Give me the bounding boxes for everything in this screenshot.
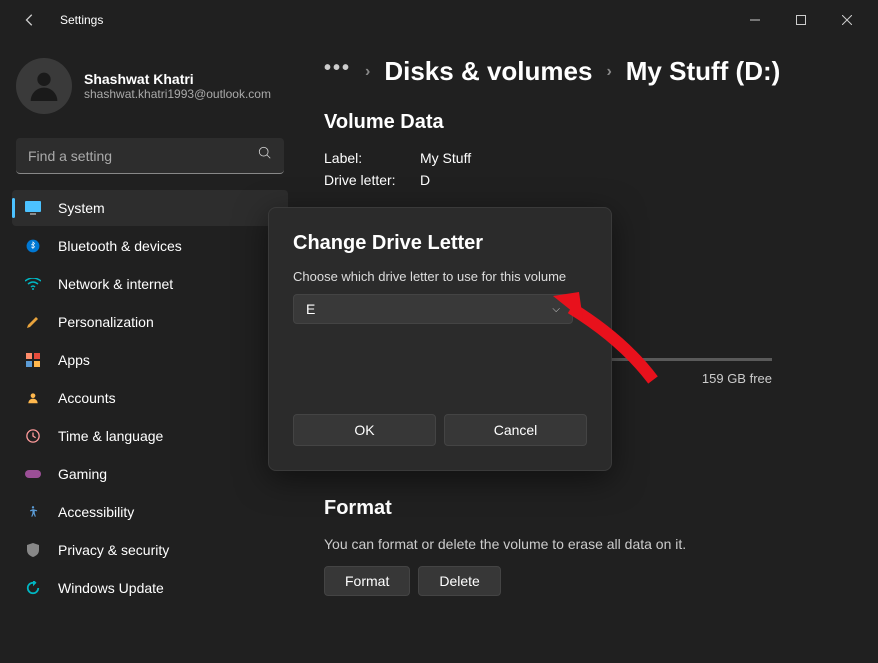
bluetooth-icon	[24, 237, 42, 255]
chevron-right-icon: ›	[606, 63, 611, 81]
dialog-description: Choose which drive letter to use for thi…	[293, 269, 587, 284]
profile-email: shashwat.khatri1993@outlook.com	[84, 87, 271, 101]
change-drive-letter-dialog: Change Drive Letter Choose which drive l…	[268, 207, 612, 471]
nav-label: Windows Update	[58, 580, 164, 596]
sidebar-item-update[interactable]: Windows Update	[12, 570, 288, 606]
brush-icon	[24, 313, 42, 331]
nav-label: Personalization	[58, 314, 154, 330]
person-icon	[24, 389, 42, 407]
wifi-icon	[24, 275, 42, 293]
dropdown-value: E	[306, 301, 315, 317]
breadcrumb-current: My Stuff (D:)	[626, 56, 781, 87]
format-description: You can format or delete the volume to e…	[324, 536, 838, 552]
nav-label: Apps	[58, 352, 90, 368]
drive-letter-dropdown[interactable]: E ⌵	[293, 294, 573, 324]
sidebar: Shashwat Khatri shashwat.khatri1993@outl…	[0, 40, 300, 663]
breadcrumb-parent[interactable]: Disks & volumes	[384, 56, 592, 87]
search-box[interactable]	[16, 138, 284, 174]
delete-button[interactable]: Delete	[418, 566, 500, 596]
window-title: Settings	[60, 13, 103, 27]
clock-icon	[24, 427, 42, 445]
format-buttons: Format Delete	[324, 566, 838, 596]
sidebar-item-personalization[interactable]: Personalization	[12, 304, 288, 340]
info-row-label: Label: My Stuff	[324, 150, 838, 166]
breadcrumb-more[interactable]: •••	[324, 57, 351, 86]
info-value: My Stuff	[420, 150, 471, 166]
display-icon	[24, 199, 42, 217]
profile-name: Shashwat Khatri	[84, 71, 271, 87]
close-button[interactable]	[824, 4, 870, 36]
avatar	[16, 58, 72, 114]
sidebar-item-gaming[interactable]: Gaming	[12, 456, 288, 492]
accessibility-icon	[24, 503, 42, 521]
search-input[interactable]	[28, 148, 258, 164]
sidebar-item-privacy[interactable]: Privacy & security	[12, 532, 288, 568]
format-button[interactable]: Format	[324, 566, 410, 596]
nav-label: Gaming	[58, 466, 107, 482]
info-row-drive-letter: Drive letter: D	[324, 172, 838, 188]
sidebar-item-network[interactable]: Network & internet	[12, 266, 288, 302]
shield-icon	[24, 541, 42, 559]
dialog-buttons: OK Cancel	[293, 414, 587, 446]
maximize-button[interactable]	[778, 4, 824, 36]
sidebar-item-system[interactable]: System	[12, 190, 288, 226]
ok-button[interactable]: OK	[293, 414, 436, 446]
window-controls	[732, 4, 870, 36]
dialog-title: Change Drive Letter	[293, 232, 587, 255]
cancel-button[interactable]: Cancel	[444, 414, 587, 446]
profile-section[interactable]: Shashwat Khatri shashwat.khatri1993@outl…	[12, 50, 288, 130]
apps-icon	[24, 351, 42, 369]
section-format: Format	[324, 497, 838, 520]
update-icon	[24, 579, 42, 597]
info-key: Label:	[324, 150, 420, 166]
nav-label: Privacy & security	[58, 542, 169, 558]
game-icon	[24, 465, 42, 483]
sidebar-item-apps[interactable]: Apps	[12, 342, 288, 378]
section-volume-data: Volume Data	[324, 111, 838, 134]
nav-label: Bluetooth & devices	[58, 238, 182, 254]
nav-label: System	[58, 200, 105, 216]
sidebar-item-time[interactable]: Time & language	[12, 418, 288, 454]
nav-label: Accessibility	[58, 504, 134, 520]
sidebar-item-accessibility[interactable]: Accessibility	[12, 494, 288, 530]
chevron-right-icon: ›	[365, 63, 370, 81]
search-icon	[258, 146, 272, 165]
back-button[interactable]	[14, 4, 46, 36]
nav-label: Network & internet	[58, 276, 173, 292]
nav-label: Time & language	[58, 428, 163, 444]
nav-label: Accounts	[58, 390, 116, 406]
minimize-button[interactable]	[732, 4, 778, 36]
sidebar-item-accounts[interactable]: Accounts	[12, 380, 288, 416]
sidebar-item-bluetooth[interactable]: Bluetooth & devices	[12, 228, 288, 264]
breadcrumb: ••• › Disks & volumes › My Stuff (D:)	[324, 56, 838, 87]
chevron-down-icon: ⌵	[552, 304, 560, 315]
info-value: D	[420, 172, 430, 188]
titlebar: Settings	[0, 0, 878, 40]
info-key: Drive letter:	[324, 172, 420, 188]
nav-list: System Bluetooth & devices Network & int…	[12, 190, 288, 606]
